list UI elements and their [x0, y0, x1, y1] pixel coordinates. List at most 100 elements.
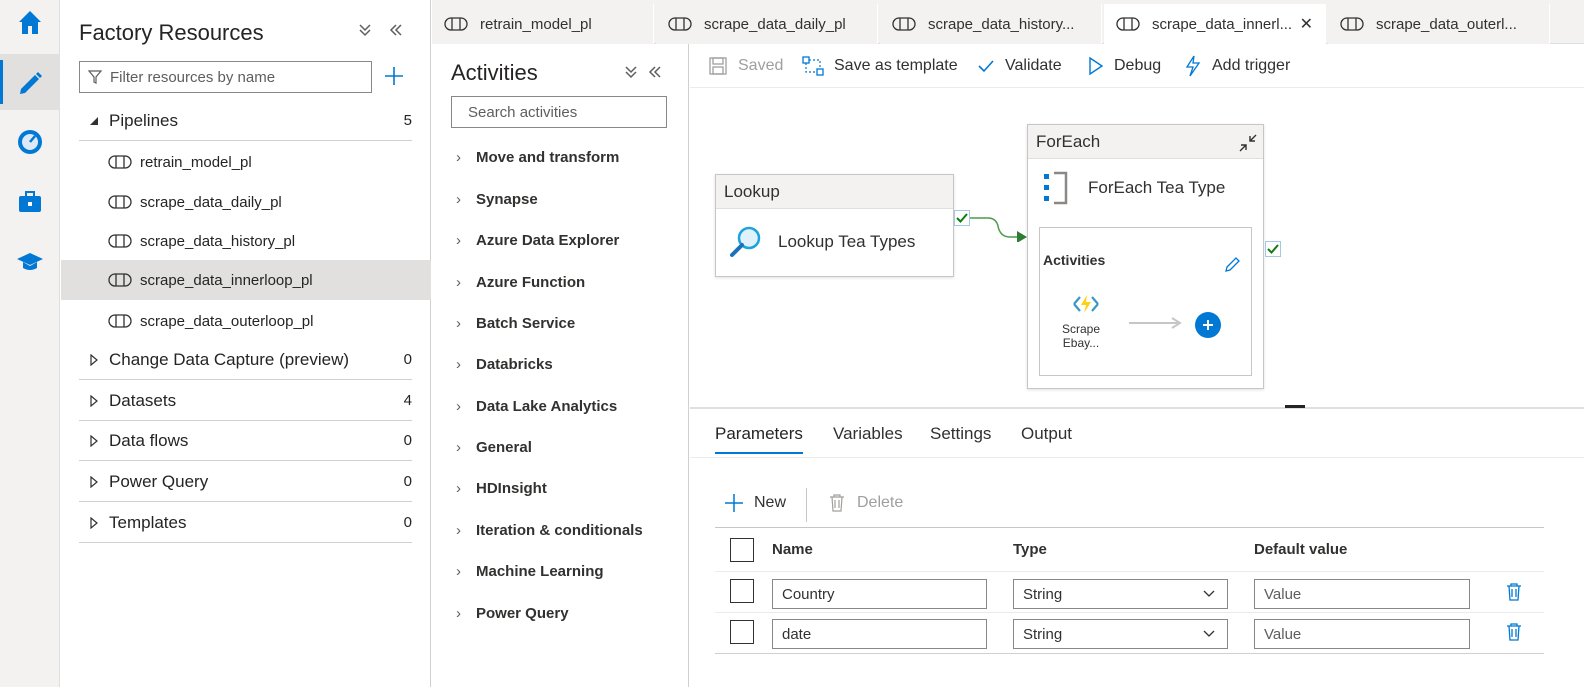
parameter-type-select[interactable]: String — [1013, 579, 1228, 609]
activity-category[interactable]: › Azure Function — [456, 267, 585, 297]
lookup-activity[interactable]: Lookup Lookup Tea Types — [715, 174, 954, 277]
filter-resources-input[interactable] — [79, 61, 372, 93]
pipeline-item-label: scrape_data_innerloop_pl — [140, 271, 313, 289]
category-templates[interactable]: Templates 0 — [79, 503, 412, 543]
success-check-icon[interactable] — [1265, 241, 1281, 257]
delete-row-trash-icon[interactable] — [1506, 582, 1522, 602]
parameter-name-input[interactable]: date — [772, 619, 987, 649]
new-parameter-button[interactable]: New — [724, 493, 786, 513]
table-top-border — [715, 527, 1544, 528]
collapse-all-icon[interactable] — [358, 22, 372, 38]
validate-button[interactable]: Validate — [977, 44, 1062, 88]
arrow-right-icon — [1129, 317, 1182, 329]
chevron-right-icon: › — [456, 438, 461, 456]
category-change-data-capture[interactable]: Change Data Capture (preview) 0 — [79, 340, 412, 380]
category-power-query[interactable]: Power Query 0 — [79, 462, 412, 502]
chevron-right-icon: › — [456, 521, 461, 539]
tab-settings[interactable]: Settings — [930, 424, 991, 444]
category-label: Data flows — [109, 430, 189, 450]
add-resource-icon[interactable] — [384, 66, 404, 86]
pipeline-item[interactable]: retrain_model_pl — [61, 142, 431, 182]
activity-category[interactable]: › Synapse — [456, 184, 538, 214]
foreach-activity[interactable]: ForEach ForEach Tea Type Activities Scra… — [1027, 124, 1264, 389]
parameter-default-input[interactable]: Value — [1254, 619, 1470, 649]
activity-category[interactable]: › Power Query — [456, 598, 569, 628]
column-header-default: Default value — [1254, 541, 1348, 558]
delete-parameter-button[interactable]: Delete — [828, 493, 903, 513]
row-checkbox[interactable] — [730, 620, 754, 644]
pipeline-item-selected[interactable]: scrape_data_innerloop_pl — [61, 260, 431, 300]
activity-category-label: Move and transform — [476, 148, 620, 166]
save-as-template-button[interactable]: Save as template — [802, 44, 958, 88]
category-data-flows[interactable]: Data flows 0 — [79, 421, 412, 461]
activities-pane: Activities ›Move and transform ›Synapse … — [432, 44, 689, 687]
pipeline-item[interactable]: scrape_data_outerloop_pl — [61, 301, 431, 341]
success-check-icon[interactable] — [954, 210, 970, 226]
pipeline-canvas[interactable]: Lookup Lookup Tea Types ForEach ForEach … — [690, 88, 1584, 408]
activity-category-label: Machine Learning — [476, 562, 604, 580]
home-icon[interactable] — [0, 0, 60, 50]
tab-scrape-outerloop[interactable]: scrape_data_outerl... — [1328, 4, 1550, 44]
lookup-activity-name: Lookup Tea Types — [778, 232, 916, 251]
close-tab-icon[interactable]: ✕ — [1300, 14, 1313, 34]
activity-category[interactable]: › Data Lake Analytics — [456, 391, 617, 421]
monitor-gauge-icon[interactable] — [0, 114, 60, 170]
delete-label: Delete — [857, 494, 904, 511]
row-checkbox[interactable] — [730, 579, 754, 603]
saved-button[interactable]: Saved — [708, 44, 783, 88]
template-icon — [802, 56, 824, 76]
delete-row-trash-icon[interactable] — [1506, 622, 1522, 642]
pipeline-toolbar: Saved Save as template Validate Debug Ad… — [690, 44, 1584, 88]
edit-pencil-icon[interactable] — [1223, 256, 1241, 274]
learn-cap-icon[interactable] — [0, 234, 60, 290]
tab-parameters[interactable]: Parameters — [715, 424, 803, 454]
activity-category[interactable]: › Move and transform — [456, 142, 619, 172]
activity-category[interactable]: › General — [456, 432, 532, 462]
tab-scrape-daily[interactable]: scrape_data_daily_pl — [656, 4, 878, 44]
collapse-all-icon[interactable] — [624, 64, 638, 80]
splitter-grip[interactable] — [1285, 405, 1305, 408]
filter-resources-field[interactable] — [110, 68, 371, 86]
activity-category[interactable]: › Batch Service — [456, 308, 575, 338]
add-trigger-label: Add trigger — [1212, 57, 1291, 74]
tab-variables[interactable]: Variables — [833, 424, 903, 444]
foreach-inner-activities[interactable]: Activities Scrape Ebay... — [1039, 227, 1252, 376]
pipelines-category[interactable]: Pipelines 5 — [79, 101, 412, 141]
tab-retrain-model[interactable]: retrain_model_pl — [432, 4, 654, 44]
left-nav-rail — [0, 0, 60, 687]
collapse-pane-icon[interactable] — [388, 22, 404, 38]
activity-category[interactable]: › Databricks — [456, 349, 553, 379]
activity-category[interactable]: › Iteration & conditionals — [456, 515, 643, 545]
parameter-default-input[interactable]: Value — [1254, 579, 1470, 609]
category-count: 0 — [403, 473, 412, 490]
pipeline-icon — [1116, 16, 1140, 32]
debug-button[interactable]: Debug — [1088, 44, 1161, 88]
pipeline-item[interactable]: scrape_data_daily_pl — [61, 182, 431, 222]
parameter-type-select[interactable]: String — [1013, 619, 1228, 649]
pipeline-item-label: scrape_data_daily_pl — [140, 193, 282, 211]
activity-category[interactable]: › Azure Data Explorer — [456, 225, 619, 255]
activity-category[interactable]: › HDInsight — [456, 473, 547, 503]
category-datasets[interactable]: Datasets 4 — [79, 381, 412, 421]
column-header-type: Type — [1013, 541, 1047, 558]
select-all-checkbox[interactable] — [730, 538, 754, 562]
search-activities-input[interactable] — [451, 96, 667, 128]
add-trigger-button[interactable]: Add trigger — [1184, 44, 1290, 88]
activity-category-label: Synapse — [476, 190, 538, 208]
add-activity-button[interactable] — [1195, 312, 1221, 338]
tab-scrape-history[interactable]: scrape_data_history... — [880, 4, 1102, 44]
manage-toolbox-icon[interactable] — [0, 174, 60, 230]
tab-scrape-innerloop[interactable]: scrape_data_innerl... ✕ — [1104, 4, 1326, 44]
author-pencil-icon[interactable] — [0, 54, 60, 110]
tab-output[interactable]: Output — [1021, 424, 1072, 444]
search-activities-field[interactable] — [468, 103, 667, 121]
chevron-down-icon — [1203, 630, 1215, 637]
pipeline-icon — [892, 16, 916, 32]
parameter-name-input[interactable]: Country — [772, 579, 987, 609]
activity-category[interactable]: › Machine Learning — [456, 556, 604, 586]
collapse-activity-icon[interactable] — [1238, 133, 1258, 153]
collapse-pane-icon[interactable] — [647, 64, 663, 80]
pipeline-item[interactable]: scrape_data_history_pl — [61, 221, 431, 261]
collapsed-triangle-icon — [79, 394, 109, 407]
lightning-icon — [1185, 55, 1201, 77]
